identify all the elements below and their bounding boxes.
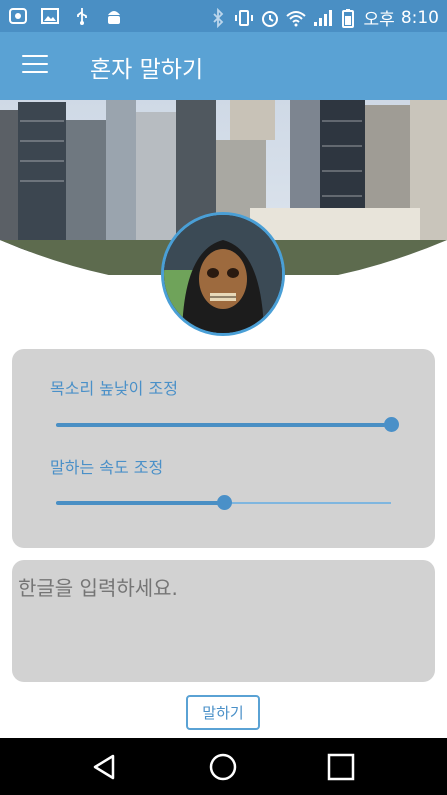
app-notification-icon [9, 8, 27, 24]
speed-slider-label: 말하는 속도 조정 [50, 458, 164, 477]
speak-button[interactable]: 말하기 [186, 695, 260, 730]
avatar[interactable] [161, 212, 285, 336]
image-icon [41, 8, 59, 24]
status-right: 오후 8:10 [208, 5, 439, 30]
pitch-slider[interactable] [56, 417, 399, 432]
pitch-slider-fill [56, 423, 391, 427]
system-nav-bar [0, 738, 447, 795]
status-ampm: 오후 [363, 10, 395, 30]
battery-icon [341, 8, 354, 28]
recents-icon[interactable] [326, 752, 356, 782]
avatar-image [164, 215, 282, 333]
android-debug-icon [108, 11, 120, 24]
vibrate-icon [234, 9, 253, 26]
page-title: 혼자 말하기 [90, 57, 204, 83]
usb-icon [77, 8, 87, 25]
korean-text-input[interactable] [18, 572, 425, 672]
status-time: 8:10 [400, 7, 439, 28]
home-icon[interactable] [208, 752, 238, 782]
voice-settings-card: 목소리 높낮이 조정 말하는 속도 조정 [12, 349, 435, 548]
text-input-card [12, 560, 435, 682]
alarm-icon [261, 10, 278, 27]
back-icon[interactable] [90, 752, 120, 782]
speed-slider[interactable] [56, 495, 391, 510]
speed-slider-fill [56, 501, 224, 505]
hamburger-menu-icon[interactable] [22, 55, 48, 75]
signal-icon [313, 9, 332, 26]
bluetooth-icon [212, 7, 223, 28]
pitch-slider-label: 목소리 높낮이 조정 [50, 379, 178, 398]
pitch-slider-thumb[interactable] [384, 417, 399, 432]
status-left-icons [8, 6, 124, 26]
app-bar: 혼자 말하기 [0, 32, 447, 100]
status-bar: 오후 8:10 [0, 0, 447, 32]
wifi-icon [285, 10, 306, 26]
speed-slider-thumb[interactable] [216, 495, 232, 510]
